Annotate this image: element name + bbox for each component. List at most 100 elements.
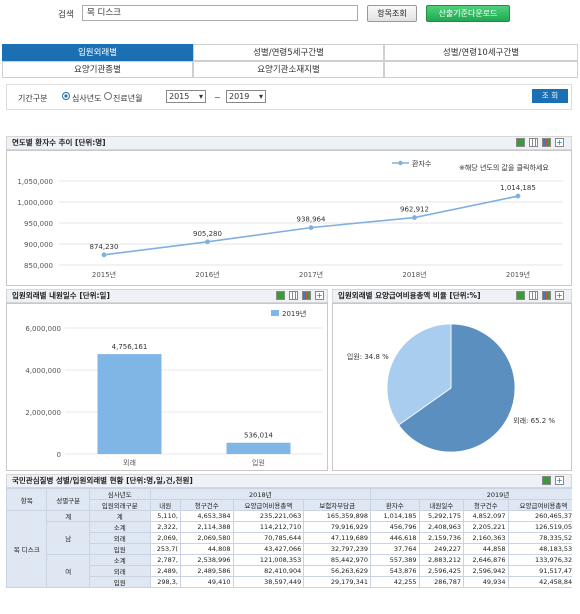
x-tick-label: 외래 bbox=[123, 458, 136, 467]
stats-table: 항목 성별구분 심사년도 2018년 2019년 입원외래구분 내원 청구건수 요양… bbox=[6, 488, 572, 588]
value-cell: 286,787 bbox=[418, 576, 465, 588]
value-cell: 2,205,221 bbox=[463, 521, 509, 533]
item-query-button[interactable]: 항목조회 bbox=[367, 5, 417, 22]
table-row: 외래 2,489, 2,489,586 82,410,904 56,263,629 543… bbox=[7, 565, 572, 577]
value-cell: 56,263,629 bbox=[303, 565, 372, 577]
chart-view-icon[interactable] bbox=[542, 138, 551, 147]
x-tick-label: 입원 bbox=[252, 458, 265, 467]
period-label: 기간구분 bbox=[18, 94, 48, 103]
chart-view-icon[interactable] bbox=[542, 291, 551, 300]
value-cell: 48,183,532 bbox=[507, 543, 572, 555]
value-cell: 253,7( bbox=[149, 543, 181, 555]
criteria-download-button[interactable]: 산출기준다운로드 bbox=[426, 5, 510, 22]
chart-view-icon[interactable] bbox=[302, 291, 311, 300]
value-cell: 32,797,239 bbox=[303, 543, 372, 555]
year-to-select[interactable]: 2019 ▾ bbox=[226, 90, 266, 103]
column-header: 청구건수 bbox=[463, 499, 509, 511]
tab-institution-type[interactable]: 요양기관종별 bbox=[2, 61, 193, 78]
gender-cell: 여 bbox=[46, 554, 90, 588]
table-view-icon[interactable] bbox=[529, 138, 538, 147]
value-cell: 5,292,175 bbox=[418, 510, 465, 522]
value-cell: 43,427,066 bbox=[232, 543, 305, 555]
table-panel-title: 국민관심질병 성별/입원외래별 현황 [단위:명,일,건,천원] bbox=[12, 476, 193, 485]
value-cell: 235,221,063 bbox=[232, 510, 305, 522]
y-tick-label: 950,000 bbox=[24, 220, 53, 228]
table-row: 여 소계 2,787, 2,538,996 121,008,353 85,442,970 5… bbox=[7, 554, 572, 588]
y-tick-label: 0 bbox=[57, 451, 61, 459]
pie-chart: 외래: 65.2 % 입원: 34.8 % bbox=[347, 323, 555, 453]
query-button[interactable]: 조 회 bbox=[532, 89, 568, 103]
pie-panel-title: 입원외래별 요양급여비용총액 비율 [단위:%] bbox=[338, 291, 481, 300]
table-view-icon[interactable] bbox=[529, 291, 538, 300]
y-tick-label: 2,000,000 bbox=[25, 409, 61, 417]
value-cell: 42,255 bbox=[370, 576, 420, 588]
value-cell: 2,646,876 bbox=[463, 554, 509, 566]
slice-label: 외래: 65.2 % bbox=[513, 416, 555, 425]
radio-treat-month[interactable] bbox=[104, 92, 112, 100]
legend-label: 2019년 bbox=[282, 309, 306, 318]
y-tick-label: 850,000 bbox=[24, 262, 53, 270]
stats-table-wrapper: 항목 성별구분 심사년도 2018년 2019년 입원외래구분 내원 청구건수 요양… bbox=[6, 488, 572, 608]
line-panel-title: 연도별 환자수 추이 [단위:명] bbox=[12, 138, 106, 147]
value-cell: 4,852,097 bbox=[463, 510, 509, 522]
table-view-icon[interactable] bbox=[289, 291, 298, 300]
type-cell: 외래 bbox=[88, 532, 151, 544]
data-label: 938,964 bbox=[297, 216, 326, 224]
data-point bbox=[205, 239, 210, 245]
value-cell: 126,519,052 bbox=[507, 521, 572, 533]
column-header: 내원일수 bbox=[418, 499, 465, 511]
value-cell: 2,069, bbox=[149, 532, 181, 544]
data-label: 874,230 bbox=[90, 243, 119, 251]
data-point bbox=[515, 193, 521, 199]
year-from-select[interactable]: 2015 ▾ bbox=[166, 90, 206, 103]
plus-icon[interactable]: + bbox=[555, 138, 564, 147]
value-cell: 2,787, bbox=[149, 554, 181, 566]
excel-icon[interactable] bbox=[516, 291, 525, 300]
excel-icon[interactable] bbox=[542, 476, 551, 485]
plus-icon[interactable]: + bbox=[315, 291, 324, 300]
value-cell: 79,916,929 bbox=[303, 521, 372, 533]
value-cell: 2,160,363 bbox=[463, 532, 509, 544]
value-cell: 85,442,970 bbox=[303, 554, 372, 566]
value-cell: 37,764 bbox=[370, 543, 420, 555]
x-tick-label: 2017년 bbox=[299, 270, 323, 279]
year-to-value: 2019 bbox=[229, 92, 250, 101]
value-cell: 49,410 bbox=[179, 576, 234, 588]
plus-icon[interactable]: + bbox=[555, 476, 564, 485]
bar-chart-box: 0 2,000,000 4,000,000 6,000,000 2019년 4,756,1… bbox=[6, 303, 328, 471]
value-cell: 2,538,996 bbox=[179, 554, 234, 566]
line-chart-box: 850,000 900,000 950,000 1,000,000 1,050,000 8… bbox=[6, 150, 572, 286]
y-tick-label: 1,050,000 bbox=[17, 178, 53, 186]
type-cell: 외래 bbox=[88, 565, 151, 577]
plus-icon[interactable]: + bbox=[555, 291, 564, 300]
column-header: 보험자부담금 bbox=[303, 499, 372, 511]
value-cell: 2,489, bbox=[149, 565, 181, 577]
column-header: 내원 bbox=[149, 499, 181, 511]
search-input[interactable]: 목 디스크 bbox=[82, 5, 358, 21]
column-header: 요양급여비용총액 bbox=[232, 499, 305, 511]
tab-sex-age5[interactable]: 성별/연령5세구간별 bbox=[193, 44, 384, 61]
header-inout-type: 입원외래구분 bbox=[88, 499, 151, 511]
table-row: 입원 298,3, 49,410 38,597,449 29,179,341 42,255… bbox=[7, 576, 572, 588]
legend-label: 환자수 bbox=[412, 159, 432, 168]
data-label: 1,014,185 bbox=[500, 184, 536, 192]
bar bbox=[226, 442, 291, 454]
data-label: 905,280 bbox=[193, 230, 222, 238]
tab-institution-region[interactable]: 요양기관소재지별 bbox=[193, 61, 384, 78]
legend-marker bbox=[398, 160, 403, 166]
tab-inout[interactable]: 입원외래별 bbox=[2, 44, 193, 61]
y-tick-label: 6,000,000 bbox=[25, 325, 61, 333]
value-cell: 49,934 bbox=[463, 576, 509, 588]
value-cell: 114,212,710 bbox=[232, 521, 305, 533]
value-cell: 47,119,689 bbox=[303, 532, 372, 544]
value-cell: 2,883,212 bbox=[418, 554, 465, 566]
excel-icon[interactable] bbox=[516, 138, 525, 147]
radio-review-year[interactable] bbox=[62, 92, 70, 100]
line-chart: 850,000 900,000 950,000 1,000,000 1,050,000 8… bbox=[17, 159, 563, 279]
tab-sex-age10[interactable]: 성별/연령10세구간별 bbox=[384, 44, 578, 61]
x-tick-label: 2018년 bbox=[402, 270, 426, 279]
excel-icon[interactable] bbox=[276, 291, 285, 300]
value-cell: 44,808 bbox=[179, 543, 234, 555]
value-cell: 2,069,580 bbox=[179, 532, 234, 544]
chevron-down-icon: ▾ bbox=[198, 92, 203, 101]
